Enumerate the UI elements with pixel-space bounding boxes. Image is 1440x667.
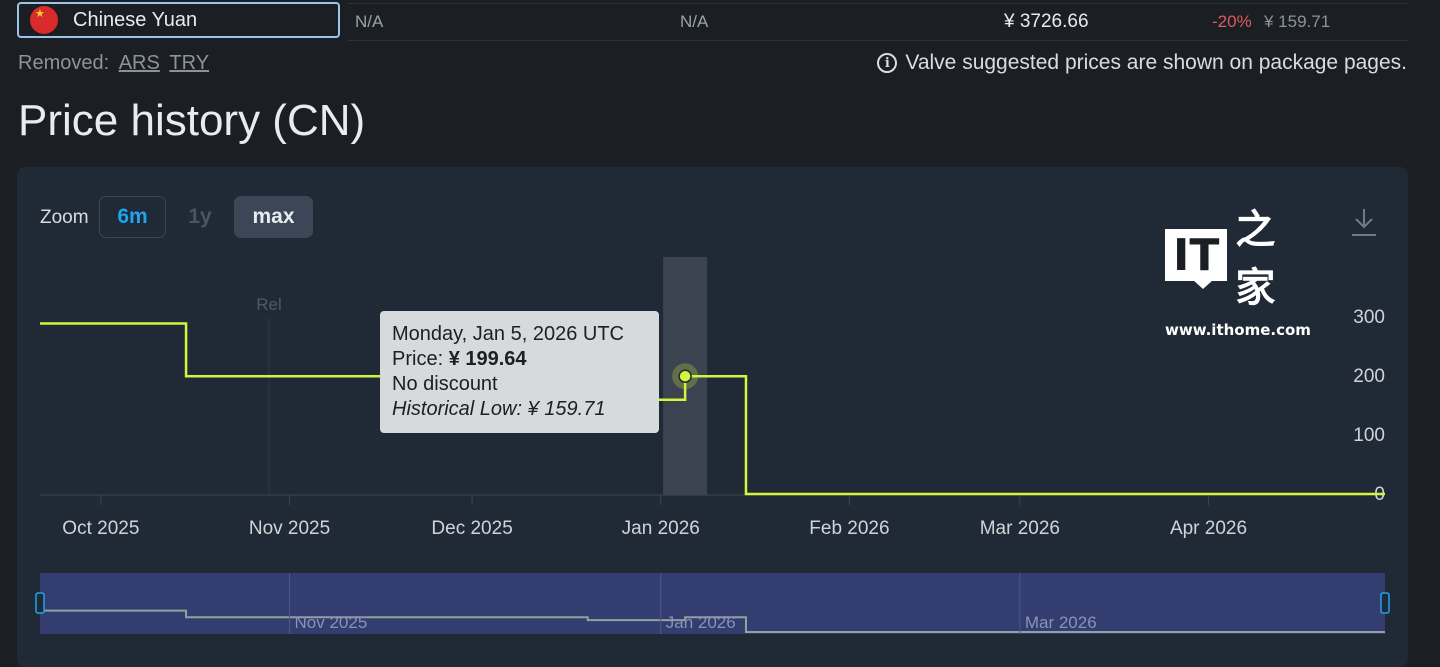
x-tick-label: Oct 2025 (62, 518, 139, 539)
price-series-line (40, 322, 1385, 496)
x-tick-label: Mar 2026 (980, 518, 1060, 539)
tooltip-discount: No discount (392, 373, 498, 395)
x-tick-label: Jan 2026 (622, 518, 700, 539)
x-tick-label: Nov 2025 (249, 518, 330, 539)
navigator-handle-left (35, 592, 45, 614)
y-tick-label: 100 (1353, 425, 1385, 446)
tooltip-price: Price: ¥ 199.64 (392, 348, 527, 370)
navigator-tick-label: Nov 2025 (295, 613, 368, 632)
chart-tooltip: Monday, Jan 5, 2026 UTC Price: ¥ 199.64 … (380, 311, 659, 433)
y-tick-label: 200 (1353, 366, 1385, 387)
tooltip-price-value: ¥ 199.64 (448, 348, 527, 370)
price-chart[interactable]: Rel Oct 2025 Nov 2025 Dec 2025 Jan 2026 Feb 2… (0, 0, 1440, 659)
navigator-tick-label: Mar 2026 (1025, 613, 1097, 632)
x-tick-label: Dec 2025 (431, 518, 512, 539)
x-tick-label: Apr 2026 (1170, 518, 1247, 539)
release-marker-label: Rel (256, 295, 282, 314)
navigator-tick-label: Jan 2026 (666, 613, 736, 632)
navigator-handle-right (1380, 592, 1390, 614)
x-tick-label: Feb 2026 (809, 518, 889, 539)
highlight-point (678, 369, 692, 383)
tooltip-date: Monday, Jan 5, 2026 UTC (392, 323, 624, 345)
tooltip-low: Historical Low: ¥ 159.71 (392, 398, 606, 420)
y-tick-label: 300 (1353, 307, 1385, 328)
